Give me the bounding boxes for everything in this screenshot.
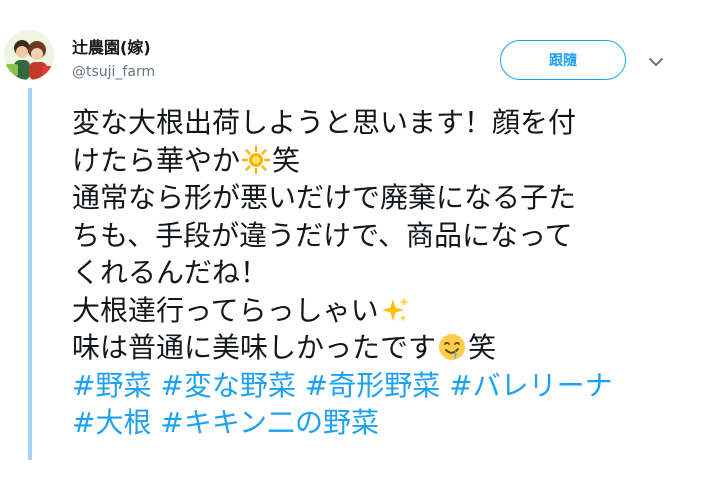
tweet-text: 変な大根出荷しようと思います！顔を付 けたら華やか笑 通常なら形が悪いだけで廃棄… [72, 104, 672, 442]
drooling-face-icon [437, 332, 467, 362]
tweet-line-6: 大根達行ってらっしゃい [72, 292, 672, 330]
hashtag-link[interactable]: #奇形野菜 [305, 369, 440, 402]
hashtag-link[interactable]: #変な野菜 [160, 369, 295, 402]
hashtag-line-2: #大根 #キキン二の野菜 [72, 404, 672, 442]
tweet-line-4: ちも、手段が違うだけで、商品になって [72, 218, 573, 252]
tweet-line-5: くれるんだね！ [72, 256, 269, 289]
glowing-star-icon [241, 145, 271, 175]
hashtag-link[interactable]: #野菜 [72, 369, 151, 402]
tweet-line-2-end: 笑 [272, 143, 301, 177]
tweet: 辻農園(嫁) @tsuji_farm 跟隨 変な大根出荷しようと思います！顔を付… [0, 0, 704, 491]
hashtag-link[interactable]: #バレリーナ [449, 369, 612, 402]
thread-line [28, 88, 32, 460]
hashtag-line-1: #野菜 #変な野菜 #奇形野菜 #バレリーナ [72, 367, 672, 405]
chevron-down-icon[interactable] [646, 52, 666, 72]
tweet-line-7: 味は普通に美味しかったです笑 [72, 329, 672, 367]
tweet-line-3: 通常なら形が悪いだけで廃棄になる子た [72, 181, 577, 214]
avatar[interactable] [4, 30, 54, 80]
follow-button[interactable]: 跟隨 [500, 40, 626, 80]
tweet-line-7-end: 笑 [468, 331, 497, 364]
hashtag-link[interactable]: #キキン二の野菜 [160, 406, 379, 439]
tweet-line-2-start: けたら華やか [72, 143, 241, 177]
tweet-line-6-text: 大根達行ってらっしゃい [72, 293, 379, 327]
hashtag-link[interactable]: #大根 [72, 406, 151, 439]
sparkles-icon [380, 295, 410, 325]
tweet-line-7-start: 味は普通に美味しかったです [72, 331, 437, 364]
tweet-line-2: けたら華やか笑 [72, 142, 672, 180]
handle[interactable]: @tsuji_farm [72, 62, 155, 82]
author-block: 辻農園(嫁) @tsuji_farm [72, 38, 155, 82]
display-name[interactable]: 辻農園(嫁) [72, 38, 155, 58]
tweet-line-1: 変な大根出荷しようと思います！顔を付 [72, 106, 577, 139]
avatar-image [4, 30, 54, 80]
